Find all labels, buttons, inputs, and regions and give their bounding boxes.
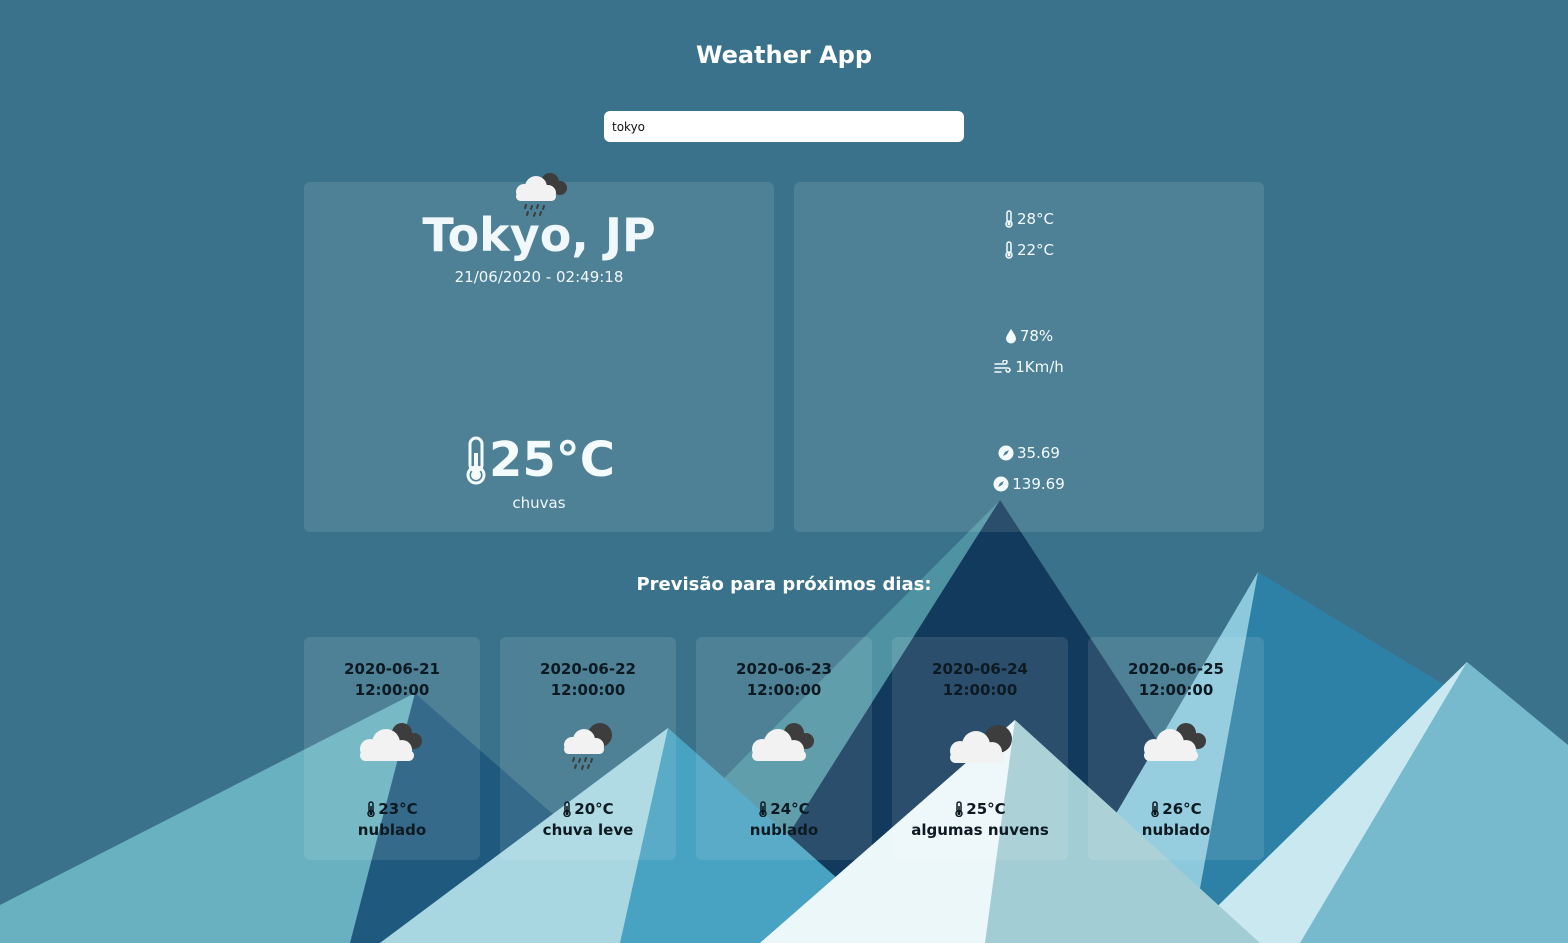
current-datetime: 21/06/2020 - 02:49:18	[454, 268, 624, 286]
forecast-temp-value: 26°C	[1162, 800, 1202, 818]
search-input[interactable]	[604, 111, 964, 142]
longitude: 139.69	[794, 475, 1264, 493]
forecast-temperature: 24°C	[696, 800, 872, 818]
temp-min-value: 22°C	[1016, 241, 1055, 259]
forecast-time: 12:00:00	[746, 681, 822, 699]
temp-min: 22°C	[794, 241, 1264, 259]
current-temperature: 25°C	[304, 432, 774, 488]
forecast-temperature: 20°C	[500, 800, 676, 818]
overcast-cloud-icon	[1138, 719, 1214, 773]
forecast-title: Previsão para próximos dias:	[636, 574, 932, 595]
current-condition: chuvas	[512, 494, 566, 512]
forecast-time: 12:00:00	[550, 681, 626, 699]
humidity-value: 78%	[1019, 327, 1054, 345]
forecast-temp-value: 25°C	[966, 800, 1006, 818]
thermometer-icon	[563, 801, 572, 817]
forecast-date: 2020-06-23	[736, 660, 832, 678]
current-temp-value: 25°C	[488, 432, 616, 488]
forecast-datetime: 2020-06-22 12:00:00	[500, 659, 676, 701]
forecast-datetime: 2020-06-25 12:00:00	[1088, 659, 1264, 701]
longitude-value: 139.69	[1012, 475, 1065, 493]
temp-max-value: 28°C	[1016, 210, 1055, 228]
forecast-card: 2020-06-22 12:00:00 20°C chuva leve	[500, 637, 676, 860]
thermometer-icon	[367, 801, 376, 817]
app-root: Weather App Tokyo, JP 21/06/2020 - 02:49…	[0, 0, 1568, 943]
forecast-temperature: 26°C	[1088, 800, 1264, 818]
forecast-temperature: 25°C	[892, 800, 1068, 818]
forecast-card: 2020-06-21 12:00:00 23°C nublado	[304, 637, 480, 860]
forecast-date: 2020-06-22	[540, 660, 636, 678]
forecast-description: nublado	[1141, 821, 1211, 839]
thermometer-icon	[955, 801, 964, 817]
forecast-datetime: 2020-06-23 12:00:00	[696, 659, 872, 701]
thermometer-icon	[466, 436, 486, 485]
thermometer-icon	[759, 801, 768, 817]
forecast-date: 2020-06-25	[1128, 660, 1224, 678]
thermometer-icon	[1005, 241, 1013, 259]
forecast-date: 2020-06-21	[344, 660, 440, 678]
forecast-temp-value: 20°C	[574, 800, 614, 818]
forecast-datetime: 2020-06-21 12:00:00	[304, 659, 480, 701]
thermometer-icon	[1151, 801, 1160, 817]
forecast-time: 12:00:00	[354, 681, 430, 699]
wind-value: 1Km/h	[1015, 358, 1064, 376]
forecast-card: 2020-06-23 12:00:00 24°C nublado	[696, 637, 872, 860]
forecast-description: chuva leve	[542, 821, 634, 839]
forecast-card: 2020-06-24 12:00:00 25°C algumas nuvens	[892, 637, 1068, 860]
droplet-icon	[1005, 329, 1016, 344]
current-weather-panel: Tokyo, JP 21/06/2020 - 02:49:18 25°C chu…	[304, 173, 774, 532]
forecast-description: nublado	[357, 821, 427, 839]
forecast-card: 2020-06-25 12:00:00 26°C nublado	[1088, 637, 1264, 860]
forecast-description: nublado	[749, 821, 819, 839]
latitude: 35.69	[794, 444, 1264, 462]
temp-max: 28°C	[794, 210, 1264, 228]
forecast-temp-value: 23°C	[378, 800, 418, 818]
overcast-cloud-icon	[354, 719, 430, 773]
forecast-time: 12:00:00	[1138, 681, 1214, 699]
broken-cloud-icon	[944, 721, 1020, 775]
rain-cloud-icon	[510, 168, 570, 224]
overcast-cloud-icon	[746, 719, 822, 773]
latitude-value: 35.69	[1017, 444, 1060, 462]
forecast-time: 12:00:00	[942, 681, 1018, 699]
forecast-date: 2020-06-24	[932, 660, 1028, 678]
wind-icon	[994, 360, 1011, 373]
rain-cloud-icon	[558, 721, 618, 777]
thermometer-icon	[1005, 210, 1013, 228]
forecast-description: algumas nuvens	[911, 821, 1049, 839]
humidity: 78%	[794, 327, 1264, 345]
wind-speed: 1Km/h	[794, 358, 1264, 376]
compass-icon	[998, 445, 1014, 461]
compass-icon	[993, 476, 1009, 492]
forecast-datetime: 2020-06-24 12:00:00	[892, 659, 1068, 701]
app-title: Weather App	[695, 41, 873, 69]
weather-details-panel: 28°C 22°C 78% 1Km/h 35.69 139.69	[794, 182, 1264, 532]
forecast-temp-value: 24°C	[770, 800, 810, 818]
forecast-temperature: 23°C	[304, 800, 480, 818]
